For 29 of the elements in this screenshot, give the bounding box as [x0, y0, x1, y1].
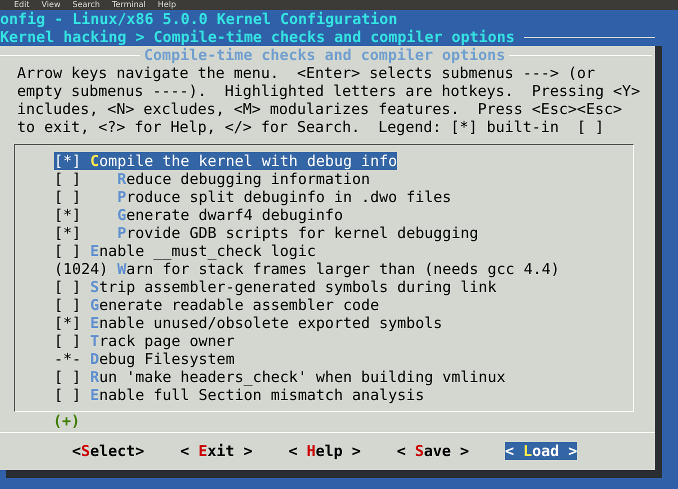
- menu-item[interactable]: [ ] Enable __must_check logic: [54, 242, 316, 260]
- menu-item[interactable]: [*] Generate dwarf4 debuginfo: [54, 206, 343, 224]
- more-indicator: (+): [53, 412, 80, 430]
- dialog-button[interactable]: < Exit >: [180, 442, 252, 460]
- dialog-title: Compile-time checks and compiler options: [143, 46, 506, 64]
- menu-item[interactable]: [ ] Strip assembler-generated symbols during link: [54, 278, 496, 296]
- menu-item[interactable]: [ ] Generate readable assembler code: [54, 296, 380, 314]
- menu-item[interactable]: [*] Provide GDB scripts for kernel debugging: [54, 224, 478, 242]
- menu-item[interactable]: [*] Enable unused/obsolete exported symbols: [54, 314, 442, 332]
- dialog-button[interactable]: < Load >: [505, 442, 578, 460]
- breadcrumb: Kernel hacking > Compile-time checks and compiler options: [0, 28, 515, 46]
- menu-item[interactable]: Terminal: [112, 0, 146, 10]
- menu-item[interactable]: [ ] Produce split debuginfo in .dwo files: [54, 188, 452, 206]
- window-title: onfig - Linux/x86 5.0.0 Kernel Configuration: [0, 10, 398, 28]
- menu-item[interactable]: Edit: [14, 0, 30, 10]
- dialog-button[interactable]: < Save >: [396, 442, 469, 460]
- menu-item[interactable]: View: [42, 0, 60, 10]
- help-text: Arrow keys navigate the menu. <Enter> selects submenus ---> (or empty submenus ----). Highlighted letters are hotkeys. Pressing <Y> includes, <N> excludes, <M> modularizes features. Press <Esc><Esc> to exit, <?> for Help, </> for Search. Legend: [*] built-in [ ]: [16, 64, 640, 136]
- menu-item[interactable]: Help: [158, 0, 176, 10]
- menu-item[interactable]: [ ] Run 'make headers_check' when building vmlinux: [54, 368, 506, 386]
- menu-item[interactable]: (1024) Warn for stack frames larger than (needs gcc 4.4): [54, 260, 560, 278]
- dialog-button[interactable]: < Help >: [288, 442, 361, 460]
- menu-item[interactable]: [ ] Enable full Section mismatch analysis: [54, 386, 424, 404]
- menu-item[interactable]: [*] Compile the kernel with debug info: [54, 152, 398, 170]
- menu-item[interactable]: [ ] Reduce debugging information: [54, 170, 370, 188]
- menu-item[interactable]: [ ] Track page owner: [54, 332, 235, 350]
- menu-item[interactable]: -*- Debug Filesystem: [54, 350, 235, 368]
- dialog-button[interactable]: <Select>: [72, 442, 144, 460]
- menu-item[interactable]: Search: [72, 0, 100, 10]
